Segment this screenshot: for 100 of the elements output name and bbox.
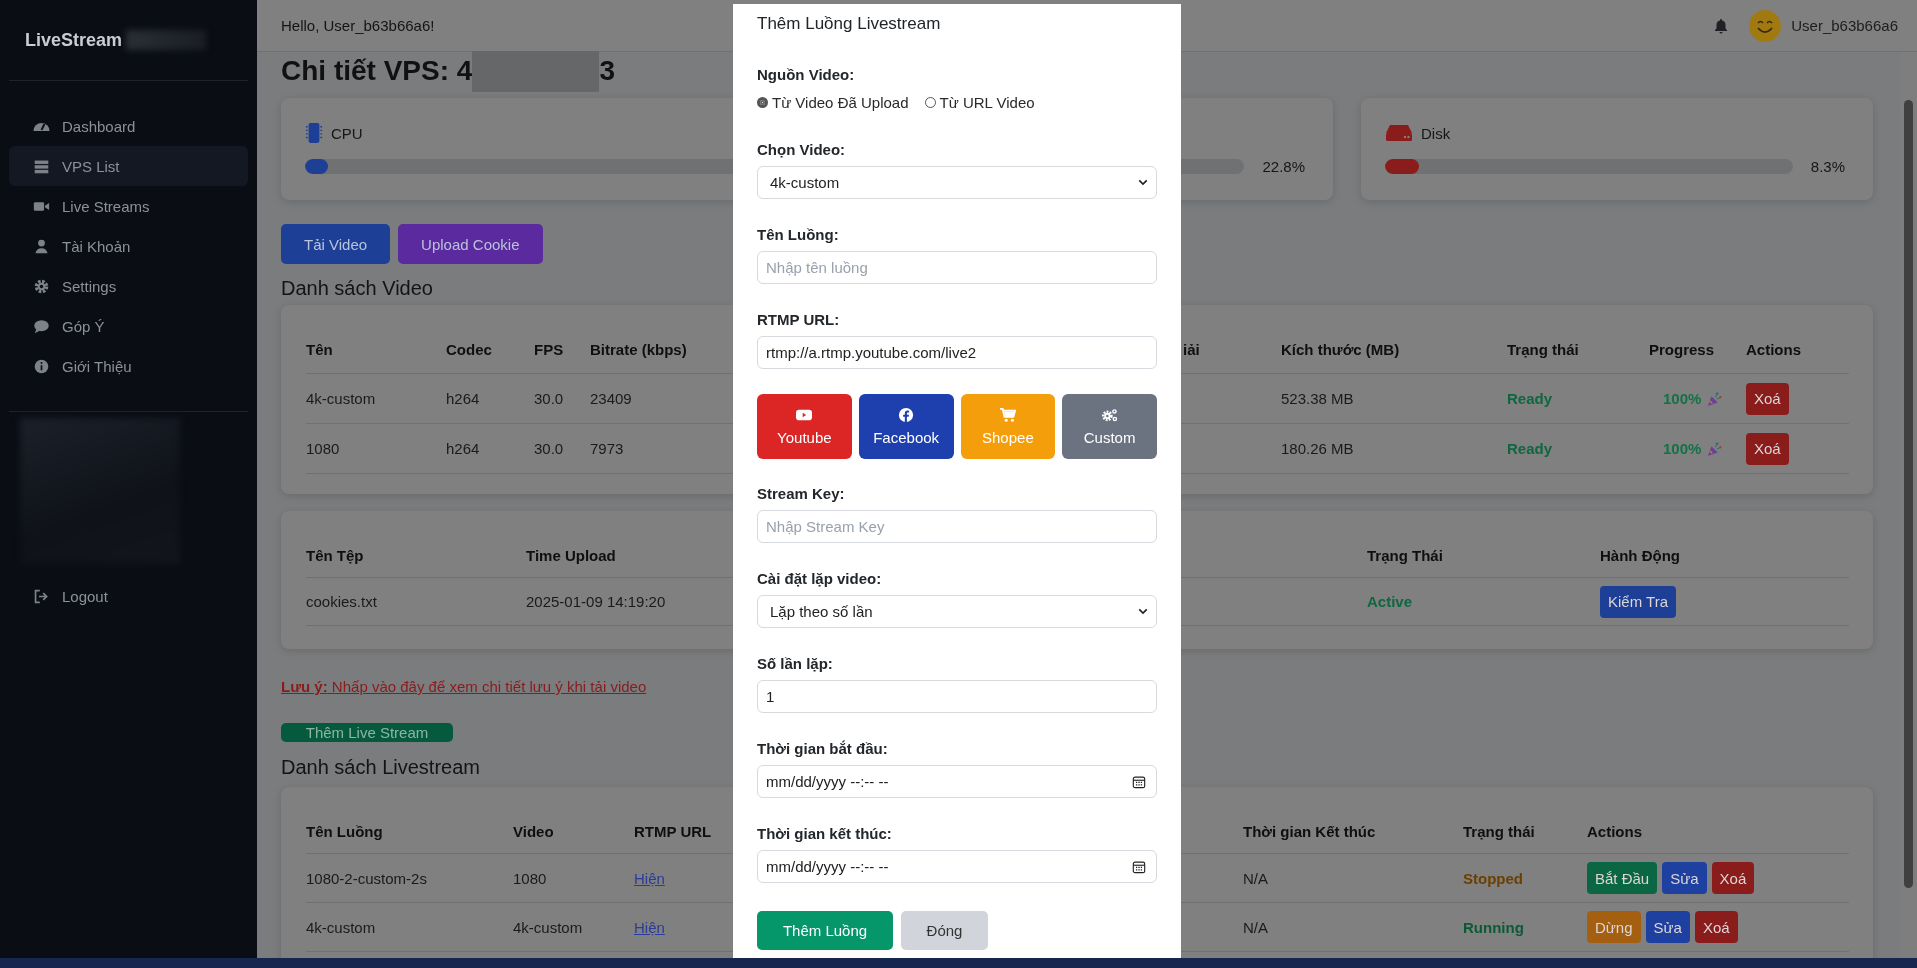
field-label: Stream Key:: [757, 484, 846, 504]
datetime-field[interactable]: mm/dd/yyyy --:-- --: [757, 765, 1157, 798]
column-header: RTMP URL: [634, 822, 712, 840]
sidebar-item[interactable]: Settings: [9, 266, 248, 306]
table-cell: 180.26 MB: [1281, 440, 1354, 457]
delete-button[interactable]: Xoá: [1746, 432, 1789, 465]
play-icon: [795, 407, 814, 423]
column-header: Video: [513, 822, 554, 840]
greeting-text: Hello, User_b63b66a6!: [281, 17, 435, 34]
usage-percent: 22.8%: [1262, 157, 1305, 175]
table-cell: 4k-custom: [513, 918, 583, 936]
column-header: Progress: [1649, 341, 1715, 358]
stat-label: CPU: [331, 124, 363, 142]
sidebar-item[interactable]: Tài Khoản: [9, 226, 248, 266]
progress-value: 100%: [1663, 440, 1702, 457]
cart-icon: [998, 407, 1017, 423]
field-label: RTMP URL:: [757, 310, 841, 330]
action-button[interactable]: Xoá: [1711, 862, 1755, 894]
text-input[interactable]: Nhập tên luồng: [757, 251, 1157, 284]
text-input[interactable]: rtmp://a.rtmp.youtube.com/live2: [757, 336, 1157, 369]
action-button[interactable]: Sửa: [1645, 911, 1690, 943]
column-header: Hành Động: [1600, 546, 1680, 564]
table-cell: 523.38 MB: [1281, 390, 1354, 407]
radio-label[interactable]: Từ URL Video: [939, 93, 1035, 111]
usage-percent: 8.3%: [1810, 157, 1845, 175]
delete-button[interactable]: Xoá: [1746, 382, 1789, 415]
column-header: Time Upload: [526, 546, 616, 564]
column-header: Trạng thái: [1507, 341, 1579, 358]
field-label: Cài đặt lặp video:: [757, 569, 883, 589]
toolbar-button[interactable]: Tải Video: [281, 224, 391, 264]
text-input[interactable]: 1: [757, 680, 1157, 713]
table-cell: 1080: [306, 440, 340, 457]
bell-icon[interactable]: [1713, 17, 1730, 34]
avatar-icon[interactable]: [1749, 9, 1782, 42]
action-button[interactable]: Sửa: [1662, 862, 1707, 894]
field-label: Thời gian kết thúc:: [757, 824, 893, 844]
column-header: Trạng thái: [1463, 822, 1535, 840]
radio-button[interactable]: [757, 96, 768, 108]
hard-drive-icon: [1385, 124, 1413, 142]
column-header: Actions: [1746, 341, 1801, 358]
column-header: Tên Luồng: [306, 822, 383, 840]
chevron-icon: [1138, 179, 1148, 186]
table-cell: 4k-custom: [306, 390, 376, 407]
close-button[interactable]: Đóng: [901, 911, 988, 950]
check-button[interactable]: Kiểm Tra: [1600, 585, 1676, 618]
status-text: Active: [1367, 593, 1413, 610]
sidebar-item[interactable]: Dashboard: [9, 106, 248, 146]
page-title: Chi tiết VPS: 4: [281, 54, 473, 88]
comment-icon: [33, 317, 50, 335]
table-cell: h264: [446, 440, 480, 457]
title-fragment: 3: [599, 54, 615, 88]
sidebar-item[interactable]: Giới Thiệu: [9, 346, 248, 386]
logout-icon: [33, 587, 50, 605]
toolbar-button[interactable]: Upload Cookie: [398, 224, 543, 264]
dialog-title: Thêm Luồng Livestream: [757, 13, 942, 35]
platform-button[interactable]: Youtube: [757, 394, 852, 459]
table-cell: 30.0: [534, 390, 564, 407]
action-button[interactable]: Xoá: [1694, 911, 1738, 943]
info-icon: [33, 357, 50, 375]
column-header: Thời gian Kết thúc: [1243, 822, 1376, 840]
action-button[interactable]: Bắt Đầu: [1587, 862, 1658, 894]
platform-button[interactable]: Custom: [1062, 394, 1157, 459]
status-text: Ready: [1507, 390, 1553, 407]
sidebar-item[interactable]: Live Streams: [9, 186, 248, 226]
section-heading: Danh sách Livestream: [281, 755, 480, 780]
column-header: Kích thước (MB): [1281, 341, 1400, 358]
table-cell: 7973: [590, 440, 624, 457]
action-button[interactable]: Dừng: [1587, 911, 1641, 943]
column-header: iải: [1183, 341, 1200, 358]
column-header: Trạng Thái: [1367, 546, 1443, 564]
table-cell: 23409: [590, 390, 632, 407]
table-cell: 30.0: [534, 440, 564, 457]
datetime-field[interactable]: mm/dd/yyyy --:-- --: [757, 850, 1157, 883]
column-header: Bitrate (kbps): [590, 341, 687, 358]
table-cell: N/A: [1243, 918, 1268, 936]
progress-value: 100%: [1663, 390, 1702, 407]
chip-icon: [305, 122, 323, 144]
column-header: Tên: [306, 341, 333, 358]
status-text: Running: [1463, 918, 1524, 936]
submit-button[interactable]: Thêm Luồng: [757, 911, 893, 950]
radio-label[interactable]: Từ Video Đã Upload: [772, 93, 909, 111]
stat-label: Disk: [1421, 124, 1451, 142]
sidebar-item[interactable]: Góp Ý: [9, 306, 248, 346]
select-field[interactable]: 4k-custom: [757, 166, 1157, 199]
field-label: Nguồn Video:: [757, 65, 856, 85]
logout-link[interactable]: Logout: [9, 576, 248, 616]
calendar-icon: [1132, 774, 1146, 789]
username-text[interactable]: User_b63b66a6: [1791, 17, 1898, 34]
calendar-icon: [1132, 859, 1146, 874]
status-text: Stopped: [1463, 869, 1523, 887]
gear-icon: [33, 277, 50, 295]
add-livestream-button[interactable]: Thêm Live Stream: [281, 723, 453, 742]
column-header: Actions: [1587, 822, 1642, 840]
sidebar-item[interactable]: VPS List: [9, 146, 248, 186]
select-field[interactable]: Lặp theo số lần: [757, 595, 1157, 628]
table-cell: 4k-custom: [306, 918, 376, 936]
platform-button[interactable]: Facebook: [858, 394, 954, 459]
party-popper-icon: [1707, 440, 1724, 457]
column-header: FPS: [534, 341, 564, 358]
text-input[interactable]: Nhập Stream Key: [757, 510, 1157, 543]
